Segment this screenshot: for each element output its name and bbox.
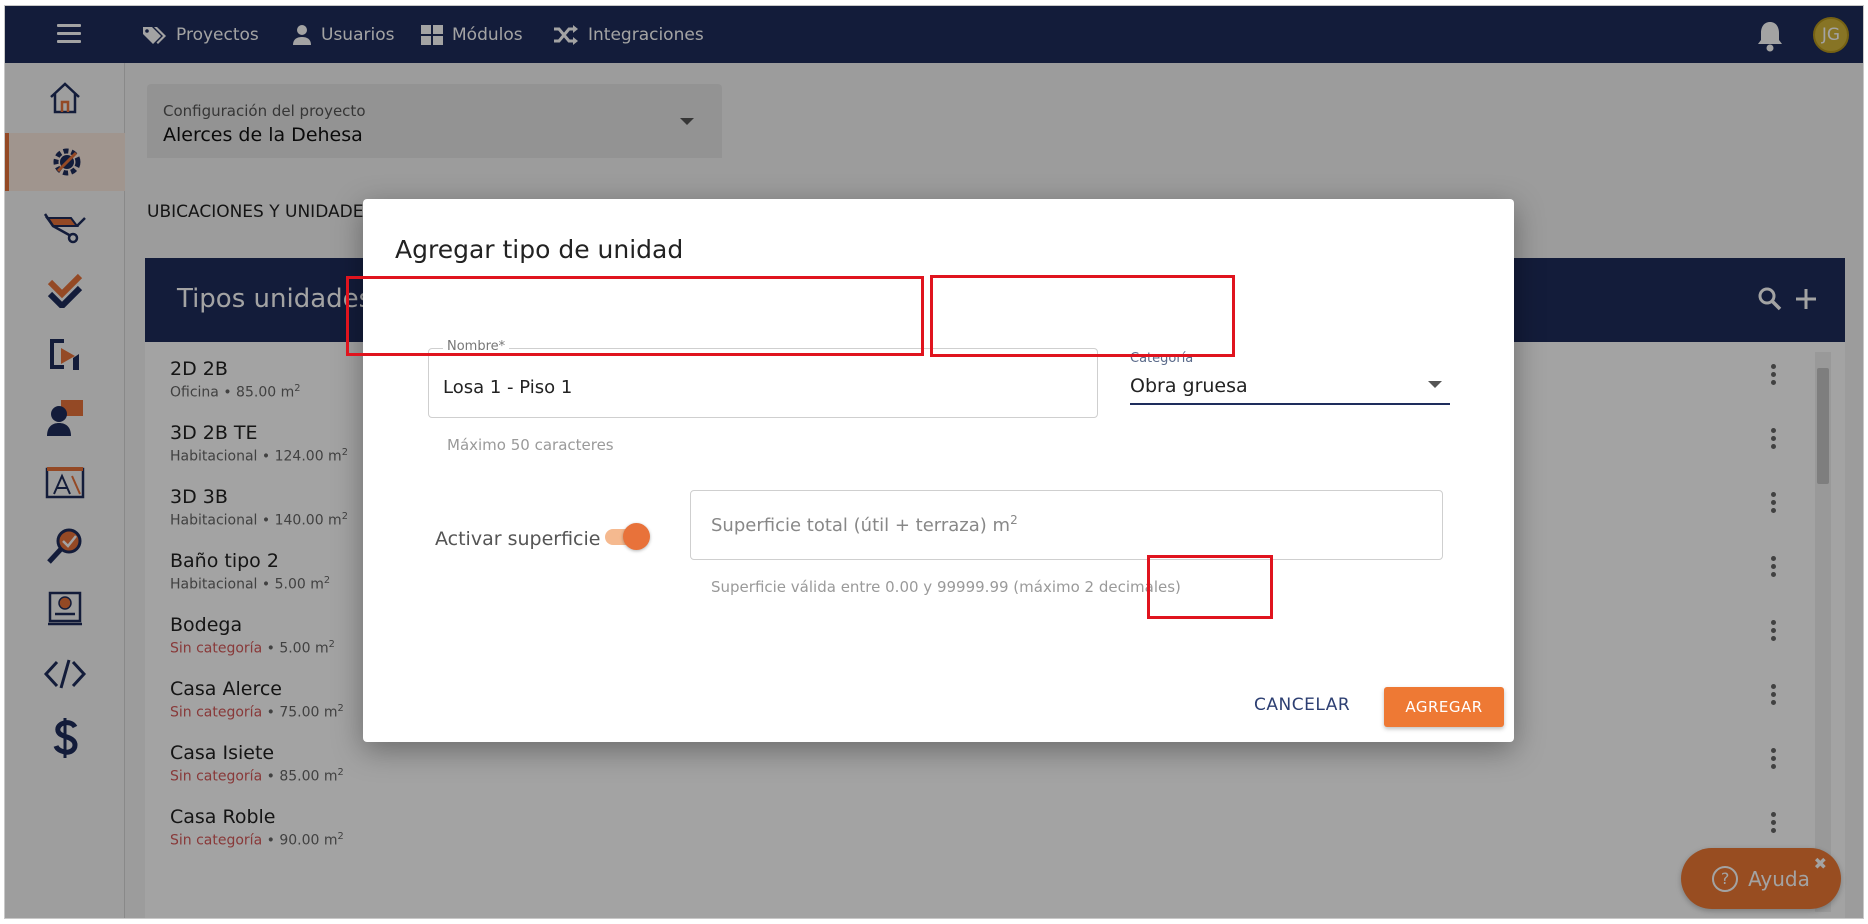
- nombre-value: Losa 1 - Piso 1: [443, 377, 573, 398]
- add-button[interactable]: AGREGAR: [1384, 687, 1504, 727]
- toggle-knob: [623, 523, 650, 550]
- superficie-hint: Superficie válida entre 0.00 y 99999.99 …: [711, 578, 1181, 596]
- nombre-hint: Máximo 50 caracteres: [447, 436, 614, 454]
- superficie-toggle[interactable]: [605, 523, 650, 551]
- highlight-nombre: [346, 276, 924, 356]
- categoria-value: Obra gruesa: [1130, 375, 1248, 397]
- categoria-underline: [1130, 403, 1450, 405]
- dialog-title: Agregar tipo de unidad: [395, 235, 684, 264]
- highlight-agregar: [1147, 555, 1273, 619]
- cancel-button[interactable]: CANCELAR: [1254, 692, 1350, 718]
- superficie-input[interactable]: Superficie total (útil + terraza) m2: [690, 490, 1443, 560]
- chevron-down-icon: [1428, 381, 1442, 388]
- superficie-toggle-label: Activar superficie: [435, 528, 601, 550]
- superficie-placeholder: Superficie total (útil + terraza) m2: [711, 513, 1018, 536]
- app-window: Proyectos Usuarios Módulos Integraciones…: [4, 5, 1864, 919]
- highlight-categoria: [930, 275, 1235, 357]
- nombre-input[interactable]: Nombre* Losa 1 - Piso 1: [428, 339, 1098, 418]
